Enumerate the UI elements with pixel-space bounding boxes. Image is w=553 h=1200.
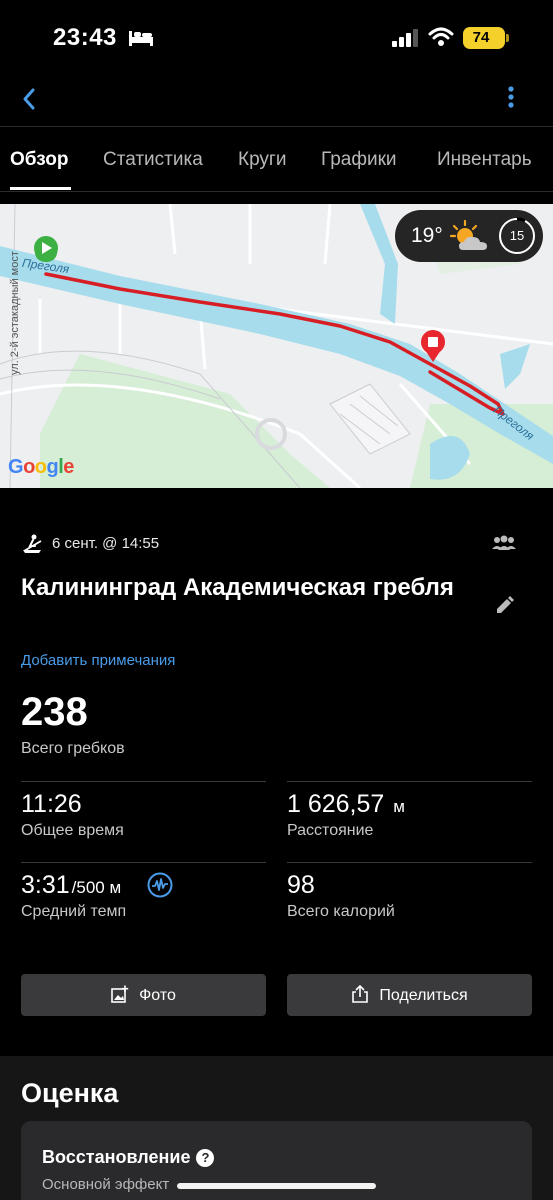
- add-photo-icon: [111, 985, 129, 1003]
- tab-equipment[interactable]: Инвентарь: [437, 149, 532, 171]
- battery-level: 74: [472, 29, 490, 46]
- photo-button[interactable]: Фото: [21, 974, 266, 1016]
- wifi-icon: [428, 27, 454, 46]
- active-tab-indicator: [10, 187, 71, 190]
- street-label: ул. 2-й эстакадный мост: [9, 251, 21, 375]
- google-logo: Google: [8, 456, 74, 478]
- rowing-icon: [23, 534, 42, 553]
- avg-pace-value: 3:31/500 м: [21, 871, 122, 899]
- rating-section-title: Оценка: [21, 1078, 119, 1108]
- more-vertical-icon[interactable]: [500, 84, 522, 114]
- total-time-value: 11:26: [21, 790, 82, 818]
- signal-icon: [392, 29, 418, 47]
- share-button[interactable]: Поделиться: [287, 974, 532, 1016]
- share-icon: [352, 985, 369, 1003]
- activity-date: 6 сент. @ 14:55: [52, 535, 160, 552]
- tab-laps[interactable]: Круги: [238, 149, 286, 171]
- pace-chart-icon[interactable]: [147, 872, 173, 898]
- tab-charts[interactable]: Графики: [321, 149, 397, 171]
- calories-value: 98: [287, 871, 315, 899]
- partly-cloudy-sun-icon: [449, 219, 487, 250]
- recovery-card-subtitle: Основной эффект: [42, 1176, 170, 1193]
- group-icon[interactable]: [491, 533, 517, 553]
- weather-temperature: 19°: [411, 224, 443, 247]
- avg-pace-label: Средний темп: [21, 903, 127, 920]
- edit-pencil-icon[interactable]: [493, 595, 515, 617]
- calories-label: Всего калорий: [287, 903, 395, 920]
- total-strokes-label: Всего гребков: [21, 740, 125, 757]
- weather-chip[interactable]: 19° 15: [395, 210, 543, 262]
- tab-bar: Обзор Статистика Круги Графики Инвентарь: [0, 127, 553, 192]
- photo-button-label: Фото: [139, 987, 176, 1004]
- route-map[interactable]: Преголя Преголя ул. 2-й эстакадный мост …: [0, 204, 553, 488]
- timer-icon: 15: [497, 216, 537, 256]
- stat-divider: [287, 862, 532, 863]
- total-strokes-value: 238: [21, 690, 88, 734]
- help-icon[interactable]: ?: [196, 1149, 215, 1167]
- distance-value: 1 626,57 м: [287, 790, 405, 818]
- status-time: 23:43: [53, 24, 117, 51]
- timer-value: 15: [509, 228, 525, 243]
- add-note-link[interactable]: Добавить примечания: [21, 652, 175, 669]
- activity-meta: 6 сент. @ 14:55: [21, 533, 541, 555]
- recovery-card-title: Восстановление?: [42, 1147, 215, 1168]
- tab-overview[interactable]: Обзор: [10, 149, 68, 171]
- share-button-label: Поделиться: [379, 987, 468, 1004]
- stat-divider: [287, 781, 532, 782]
- activity-title: Калининград Академическая гребля: [21, 574, 454, 601]
- stat-divider: [21, 781, 266, 782]
- bed-icon: [129, 31, 153, 46]
- stat-divider: [21, 862, 266, 863]
- total-time-label: Общее время: [21, 822, 124, 839]
- status-bar: 23:43 74: [0, 0, 553, 76]
- tab-statistics[interactable]: Статистика: [103, 149, 203, 171]
- battery-charging-icon: 74: [463, 27, 509, 49]
- back-chevron-icon[interactable]: [18, 82, 42, 116]
- distance-label: Расстояние: [287, 822, 374, 839]
- top-nav: [0, 76, 553, 126]
- home-indicator[interactable]: [177, 1183, 376, 1189]
